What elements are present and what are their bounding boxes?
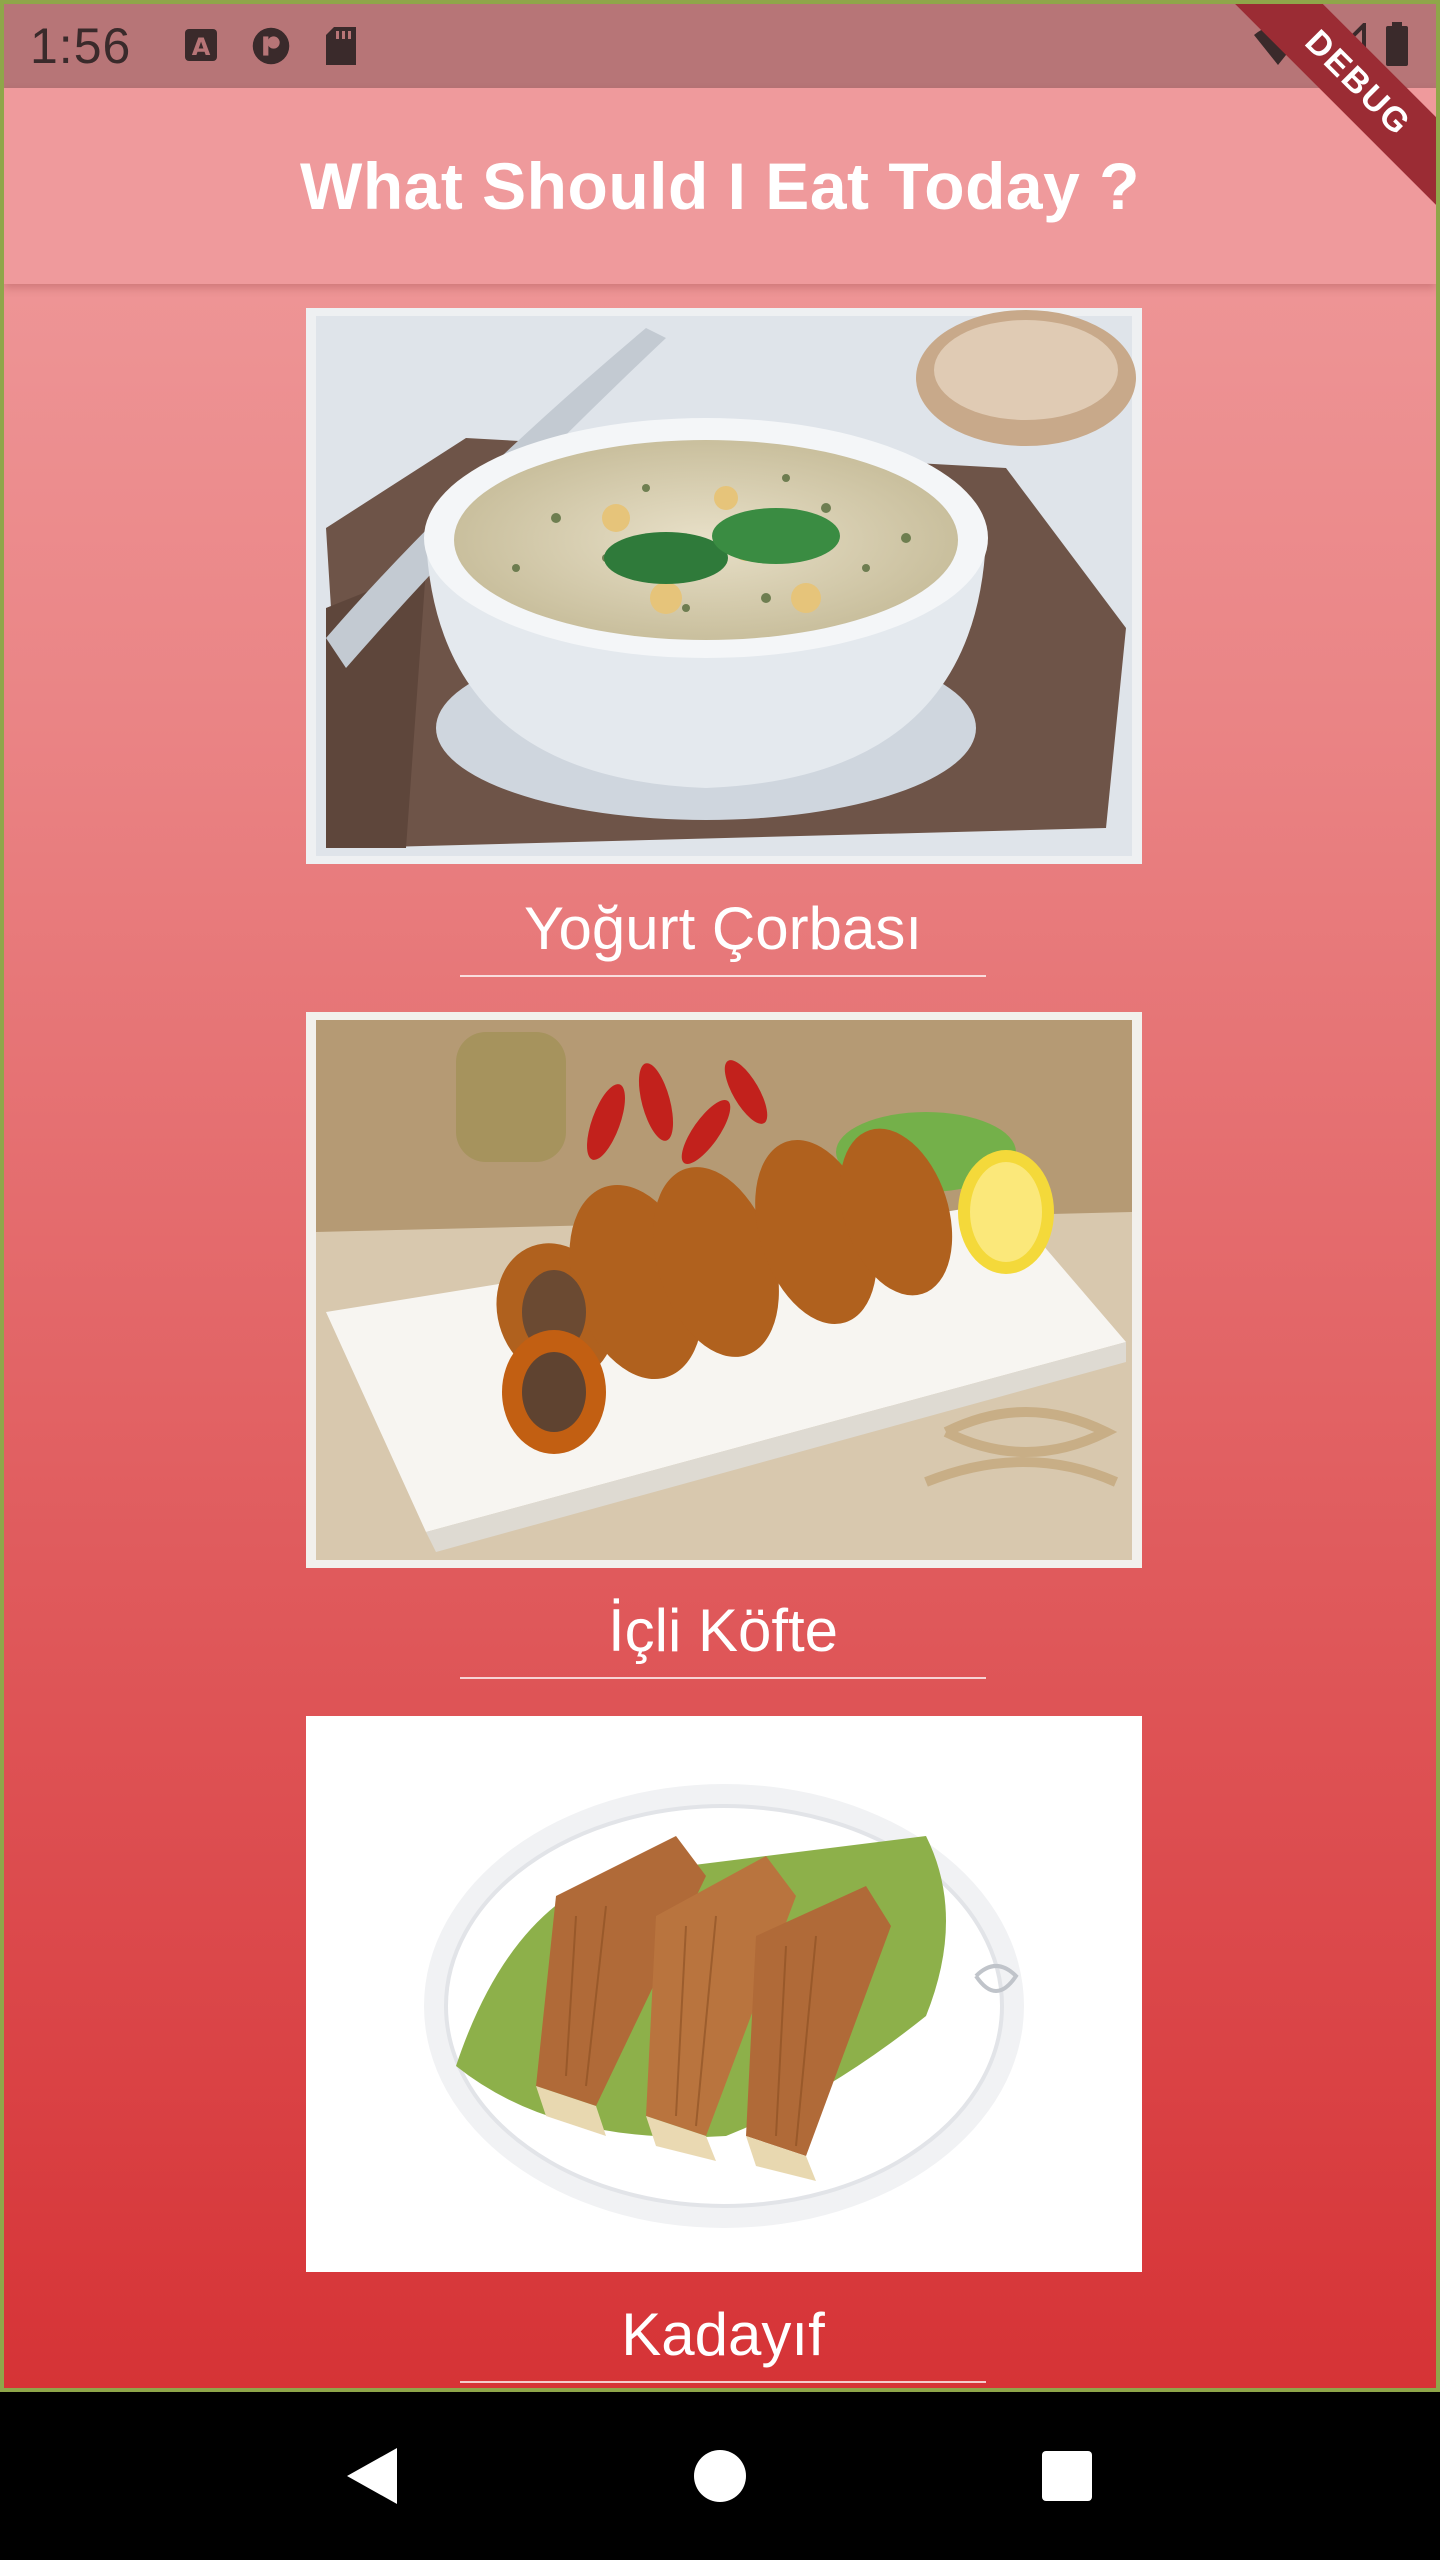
food-name-yogurt-soup: Yoğurt Çorbası xyxy=(460,894,986,977)
a-notification-icon: A xyxy=(181,25,221,67)
svg-text:A: A xyxy=(192,33,211,61)
status-notification-icons: A xyxy=(181,25,361,67)
system-nav-bar xyxy=(0,2392,1440,2560)
status-bar: 1:56 A xyxy=(4,4,1436,88)
app-screen: 1:56 A What Should I Eat Today ? DEBUG Y… xyxy=(0,0,1440,2392)
food-name-kadayif: Kadayıf xyxy=(460,2300,986,2383)
food-name-icli-kofte: İçli Köfte xyxy=(460,1596,986,1679)
recents-icon[interactable] xyxy=(1032,2441,1102,2511)
back-icon[interactable] xyxy=(338,2441,408,2511)
food-image-yogurt-soup[interactable] xyxy=(306,308,1142,864)
app-bar: What Should I Eat Today ? xyxy=(4,88,1436,284)
icli-kofte-image xyxy=(306,1012,1142,1568)
sd-card-icon xyxy=(321,25,361,67)
battery-icon xyxy=(1384,22,1410,73)
p-notification-icon xyxy=(251,25,291,67)
yogurt-soup-image xyxy=(306,308,1142,864)
food-image-kadayif[interactable] xyxy=(306,1716,1142,2272)
food-image-icli-kofte[interactable] xyxy=(306,1012,1142,1568)
kadayif-image xyxy=(306,1716,1142,2272)
page-title: What Should I Eat Today ? xyxy=(300,149,1140,223)
home-icon[interactable] xyxy=(685,2441,755,2511)
status-time: 1:56 xyxy=(30,18,132,74)
